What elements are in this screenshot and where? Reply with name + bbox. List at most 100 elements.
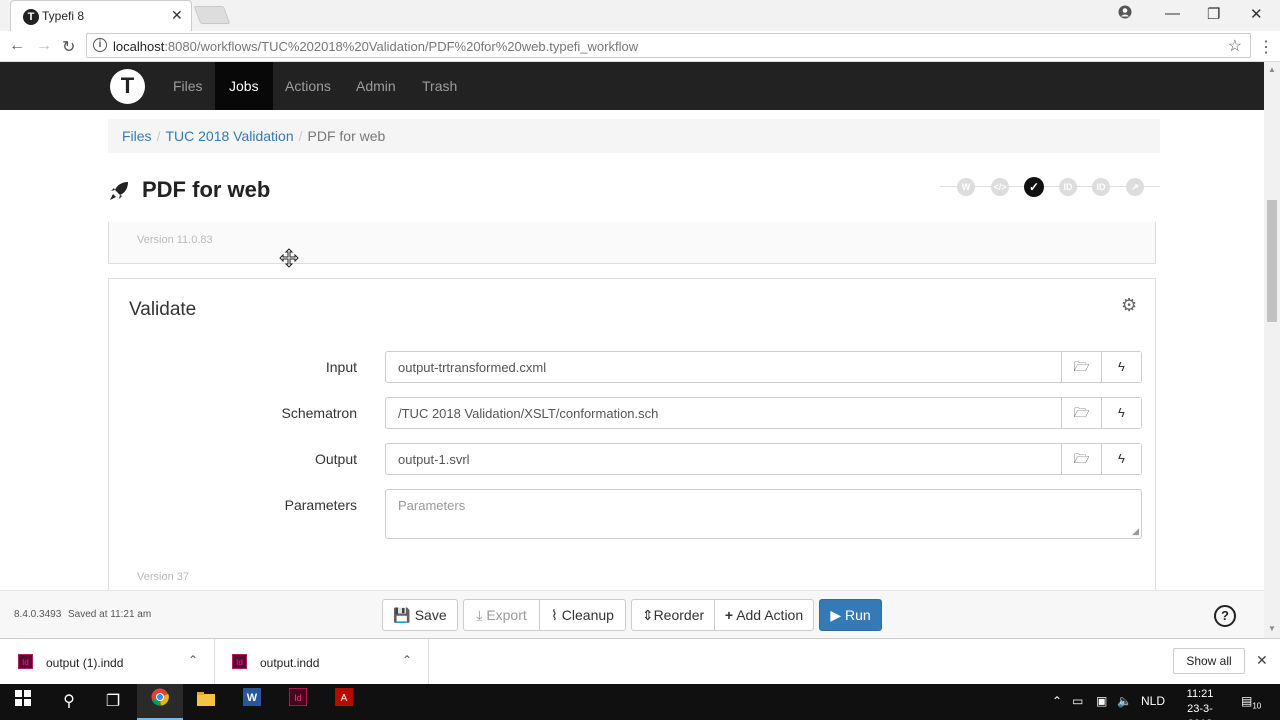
run-button[interactable]: ▶ Run (819, 599, 882, 631)
clock[interactable]: 11:21 23-3-2018 (1176, 687, 1224, 720)
browser-menu-icon[interactable]: ⋮ (1258, 37, 1274, 57)
profile-icon[interactable] (1118, 5, 1132, 23)
action-bottom-bar: 8.4.0.3493 Saved at 11:21 am 💾 Save ⤓ Ex… (0, 590, 1264, 638)
nav-actions[interactable]: Actions (271, 62, 345, 110)
breadcrumb: Files / TUC 2018 Validation / PDF for web (108, 119, 1160, 153)
page-scrollbar[interactable]: ▲ ▼ (1264, 62, 1280, 638)
schematron-field[interactable]: /TUC 2018 Validation/XSLT/conformation.s… (385, 397, 1142, 429)
schematron-label: Schematron (281, 405, 357, 421)
indesign-icon[interactable]: Id (275, 684, 321, 720)
word-icon[interactable]: W (229, 684, 275, 720)
typefi-logo[interactable]: T (110, 69, 145, 104)
cleanup-button[interactable]: ⌇ Cleanup (539, 599, 626, 631)
volume-icon[interactable]: 🔈 (1117, 694, 1132, 708)
windows-start-icon[interactable] (0, 684, 46, 720)
save-button[interactable]: 💾 Save (382, 599, 458, 631)
step-validate-icon[interactable]: ✓ (1024, 177, 1044, 197)
notifications-icon[interactable]: ▤10 (1241, 694, 1261, 710)
bolt-icon[interactable]: ϟ (1101, 444, 1141, 474)
file-explorer-icon[interactable] (183, 684, 229, 720)
show-all-button[interactable]: Show all (1173, 648, 1245, 674)
forward-icon[interactable]: → (36, 37, 52, 55)
scroll-up-icon[interactable]: ▲ (1268, 65, 1276, 74)
bolt-icon[interactable]: ϟ (1101, 398, 1141, 428)
task-view-icon[interactable]: ❐ (90, 684, 136, 720)
browse-folder-icon[interactable]: 🗁 (1061, 352, 1101, 382)
step-indesign-icon[interactable]: ID (1059, 178, 1077, 196)
gear-icon[interactable]: ⚙ (1121, 295, 1137, 316)
bolt-icon[interactable]: ϟ (1101, 352, 1141, 382)
chevron-up-icon[interactable]: ⌃ (188, 653, 198, 667)
browser-tab[interactable]: T Typefi 8 ✕ (10, 0, 192, 31)
chrome-icon[interactable] (137, 684, 183, 720)
parameters-textarea[interactable]: Parameters ◢ (385, 489, 1142, 539)
scrollbar-thumb[interactable] (1267, 200, 1277, 322)
panel-heading: Validate (129, 299, 197, 320)
bookmark-star-icon[interactable]: ☆ (1228, 36, 1242, 56)
nav-jobs[interactable]: Jobs (215, 62, 273, 110)
page-title: PDF for web (142, 177, 271, 202)
battery-icon[interactable]: ▭ (1072, 694, 1083, 708)
version-text: Version 37 (137, 571, 189, 583)
browser-toolbar: ← → ↻ i localhost:8080/workflows/TUC%202… (0, 31, 1280, 62)
network-icon[interactable]: ▣ (1096, 694, 1107, 708)
plus-icon: + (724, 607, 734, 623)
breadcrumb-folder[interactable]: TUC 2018 Validation (165, 128, 293, 144)
minimize-icon[interactable]: — (1165, 5, 1180, 22)
windows-taskbar: ⚲ ❐ W Id A ⌃ ▭ ▣ 🔈 NLD 11:21 23-3-2018 ▤… (0, 684, 1280, 720)
move-cursor-icon (279, 248, 299, 271)
step-indesign-icon-2[interactable]: ID (1092, 178, 1110, 196)
search-icon[interactable]: ⚲ (46, 684, 92, 720)
download-item[interactable]: Id output (1).indd ⌃ (0, 639, 215, 685)
svg-text:W: W (247, 692, 258, 704)
reload-icon[interactable]: ↻ (62, 37, 75, 57)
input-field[interactable]: output-trtransformed.cxml 🗁 ϟ (385, 351, 1142, 383)
new-tab-button[interactable] (193, 6, 231, 24)
url-text[interactable]: localhost:8080/workflows/TUC%202018%20Va… (113, 39, 638, 54)
play-icon: ▶ (830, 607, 842, 623)
scroll-down-icon[interactable]: ▼ (1268, 624, 1276, 633)
rocket-icon (108, 180, 130, 205)
output-label: Output (314, 451, 357, 467)
language-indicator[interactable]: NLD (1141, 694, 1165, 708)
resize-grip-icon[interactable]: ◢ (1132, 526, 1139, 537)
add-action-button[interactable]: + Add Action (714, 599, 814, 631)
nav-trash[interactable]: Trash (408, 62, 471, 110)
acrobat-icon[interactable]: A (321, 684, 367, 720)
parameters-label: Parameters (284, 497, 357, 513)
svg-text:Id: Id (294, 693, 302, 703)
export-button[interactable]: ⤓ Export (463, 599, 540, 631)
build-number: 8.4.0.3493 (14, 609, 62, 620)
chevron-up-icon[interactable]: ⌃ (402, 653, 412, 667)
browse-folder-icon[interactable]: 🗁 (1061, 398, 1101, 428)
step-code-icon[interactable]: </> (991, 178, 1009, 196)
restore-icon[interactable]: ❐ (1207, 5, 1220, 23)
nav-admin[interactable]: Admin (342, 62, 410, 110)
info-icon[interactable]: i (93, 38, 107, 52)
browse-folder-icon[interactable]: 🗁 (1061, 444, 1101, 474)
typefi-favicon-icon: T (23, 9, 39, 25)
app-navbar: T Files Jobs Actions Admin Trash (0, 62, 1264, 110)
step-export-icon[interactable]: ↗ (1126, 178, 1144, 196)
back-icon[interactable]: ← (9, 37, 25, 55)
address-bar[interactable]: i localhost:8080/workflows/TUC%202018%20… (86, 33, 1251, 58)
svg-text:A: A (341, 693, 348, 704)
broom-icon: ⌇ (551, 607, 558, 623)
close-tab-icon[interactable]: ✕ (171, 7, 183, 24)
help-icon[interactable]: ? (1214, 605, 1236, 627)
save-icon: 💾 (393, 607, 411, 623)
breadcrumb-files[interactable]: Files (122, 128, 152, 144)
download-item[interactable]: Id output.indd ⌃ (214, 639, 429, 685)
reorder-button[interactable]: ⇕Reorder (631, 599, 715, 631)
breadcrumb-current: PDF for web (307, 128, 386, 144)
step-word-icon[interactable]: W (957, 178, 975, 196)
close-shelf-icon[interactable]: ✕ (1256, 652, 1268, 669)
close-window-icon[interactable]: ✕ (1250, 5, 1263, 23)
nav-files[interactable]: Files (159, 62, 217, 110)
tray-chevron-icon[interactable]: ⌃ (1052, 694, 1062, 708)
browser-tab-strip: T Typefi 8 ✕ — ❐ ✕ (0, 0, 1280, 31)
downloads-shelf: Id output (1).indd ⌃ Id output.indd ⌃ Sh… (0, 638, 1280, 685)
export-icon: ⤓ (476, 607, 483, 623)
validate-action-panel: Validate ⚙ Input output-trtransformed.cx… (108, 278, 1156, 598)
output-field[interactable]: output-1.svrl 🗁 ϟ (385, 443, 1142, 475)
